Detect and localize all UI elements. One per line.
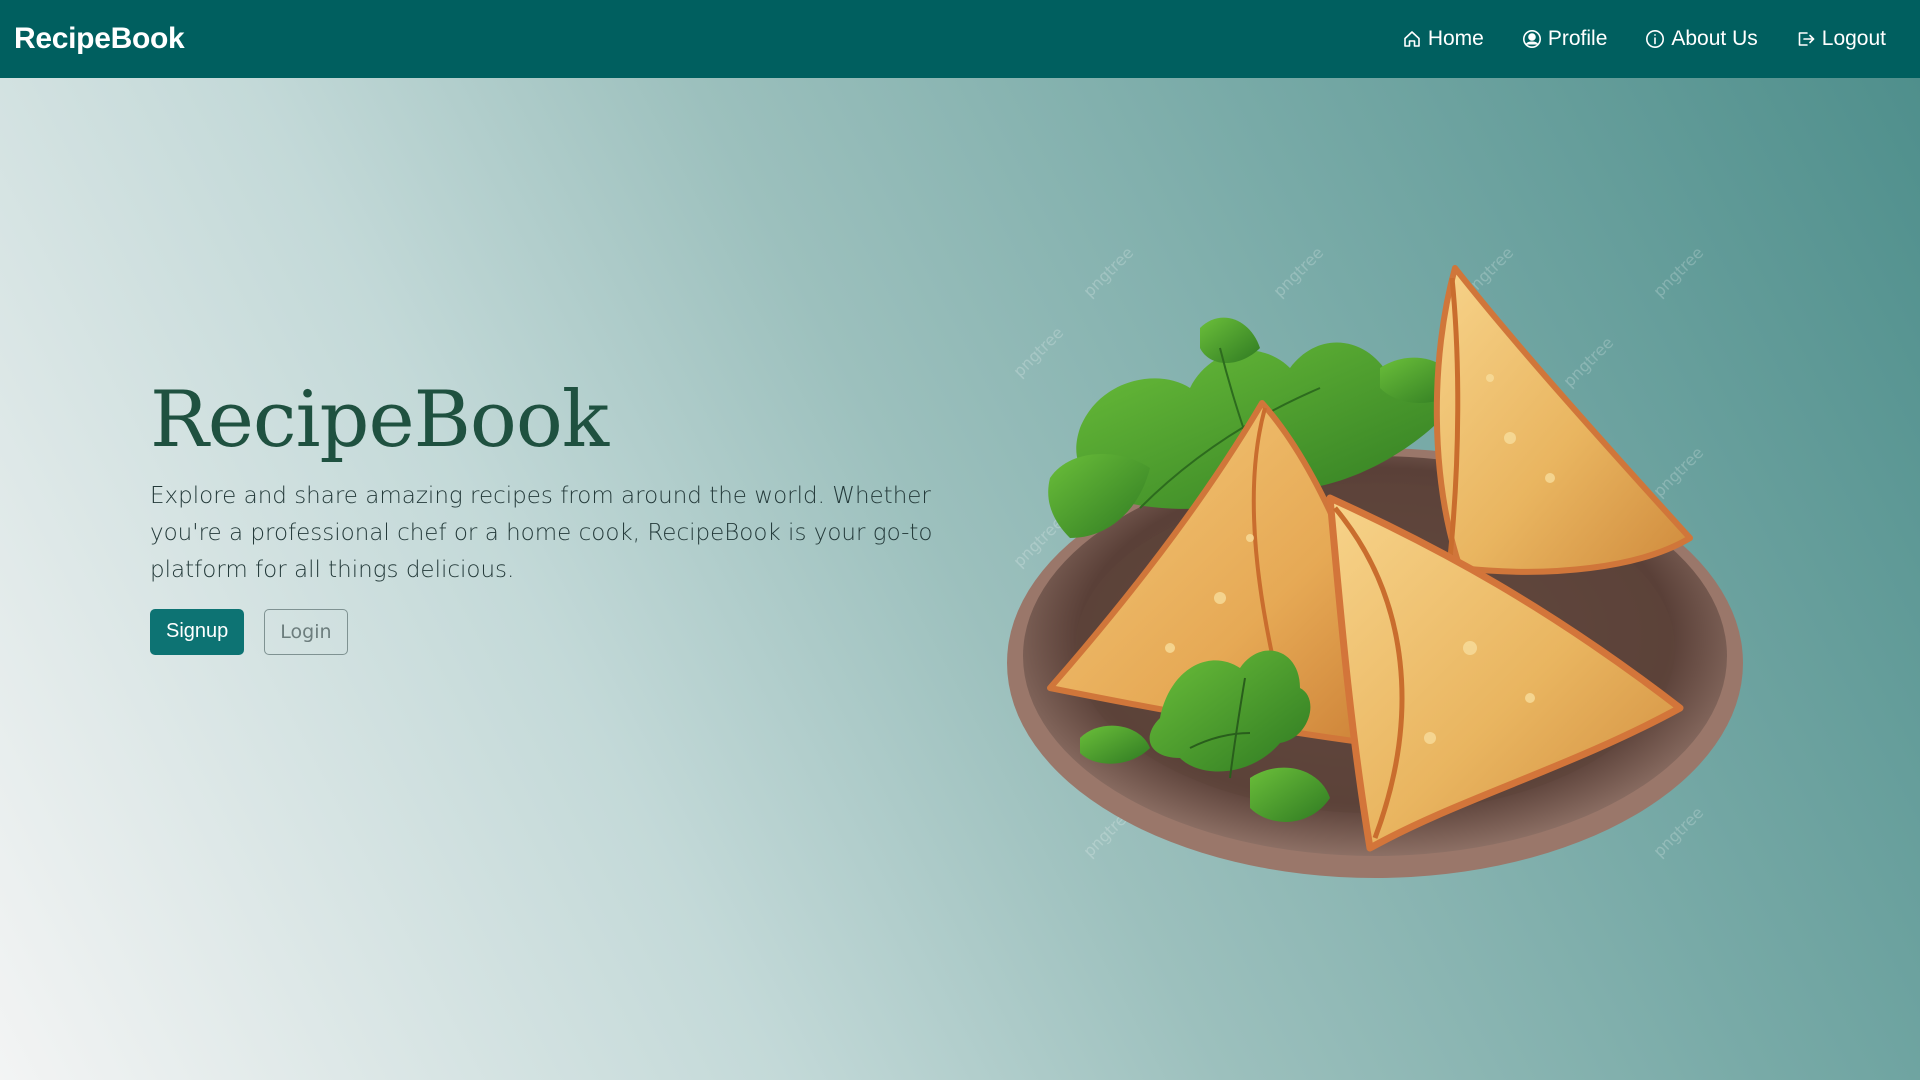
- logout-icon: [1796, 29, 1816, 49]
- svg-text:pngtree: pngtree: [1649, 443, 1707, 501]
- svg-text:pngtree: pngtree: [1009, 323, 1067, 381]
- user-circle-icon: [1522, 29, 1542, 49]
- hero-title: RecipeBook: [150, 375, 609, 465]
- hero-text: RecipeBook Explore and share amazing rec…: [150, 375, 940, 655]
- nav-logout-label: Logout: [1821, 27, 1886, 50]
- nav-links: Home Profile About Us Logout: [1402, 27, 1886, 51]
- signup-button[interactable]: Signup: [150, 608, 245, 655]
- brand-logo[interactable]: RecipeBook: [14, 22, 185, 56]
- nav-profile-link[interactable]: Profile: [1522, 27, 1608, 51]
- hero-section: RecipeBook Explore and share amazing rec…: [0, 78, 1920, 1080]
- nav-about-label: About Us: [1671, 27, 1758, 50]
- hero-description: Explore and share amazing recipes from a…: [150, 482, 933, 583]
- svg-text:pngtree: pngtree: [1559, 333, 1617, 391]
- navbar: RecipeBook Home Profile About Us Logout: [0, 0, 1920, 78]
- svg-text:pngtree: pngtree: [1269, 243, 1327, 301]
- nav-home-link[interactable]: Home: [1402, 27, 1484, 51]
- info-icon: [1645, 29, 1665, 49]
- hero-actions: Signup Login: [150, 608, 940, 655]
- nav-home-label: Home: [1427, 27, 1484, 50]
- home-icon: [1402, 29, 1422, 49]
- nav-logout-link[interactable]: Logout: [1796, 27, 1886, 51]
- svg-text:pngtree: pngtree: [1079, 243, 1137, 301]
- nav-about-link[interactable]: About Us: [1645, 27, 1758, 51]
- nav-profile-label: Profile: [1547, 27, 1608, 50]
- svg-text:pngtree: pngtree: [1649, 803, 1707, 861]
- login-button[interactable]: Login: [264, 608, 348, 655]
- samosa-plate-image: pngtree pngtree pngtree pngtree pngtree …: [1007, 243, 1743, 878]
- svg-text:pngtree: pngtree: [1649, 243, 1707, 301]
